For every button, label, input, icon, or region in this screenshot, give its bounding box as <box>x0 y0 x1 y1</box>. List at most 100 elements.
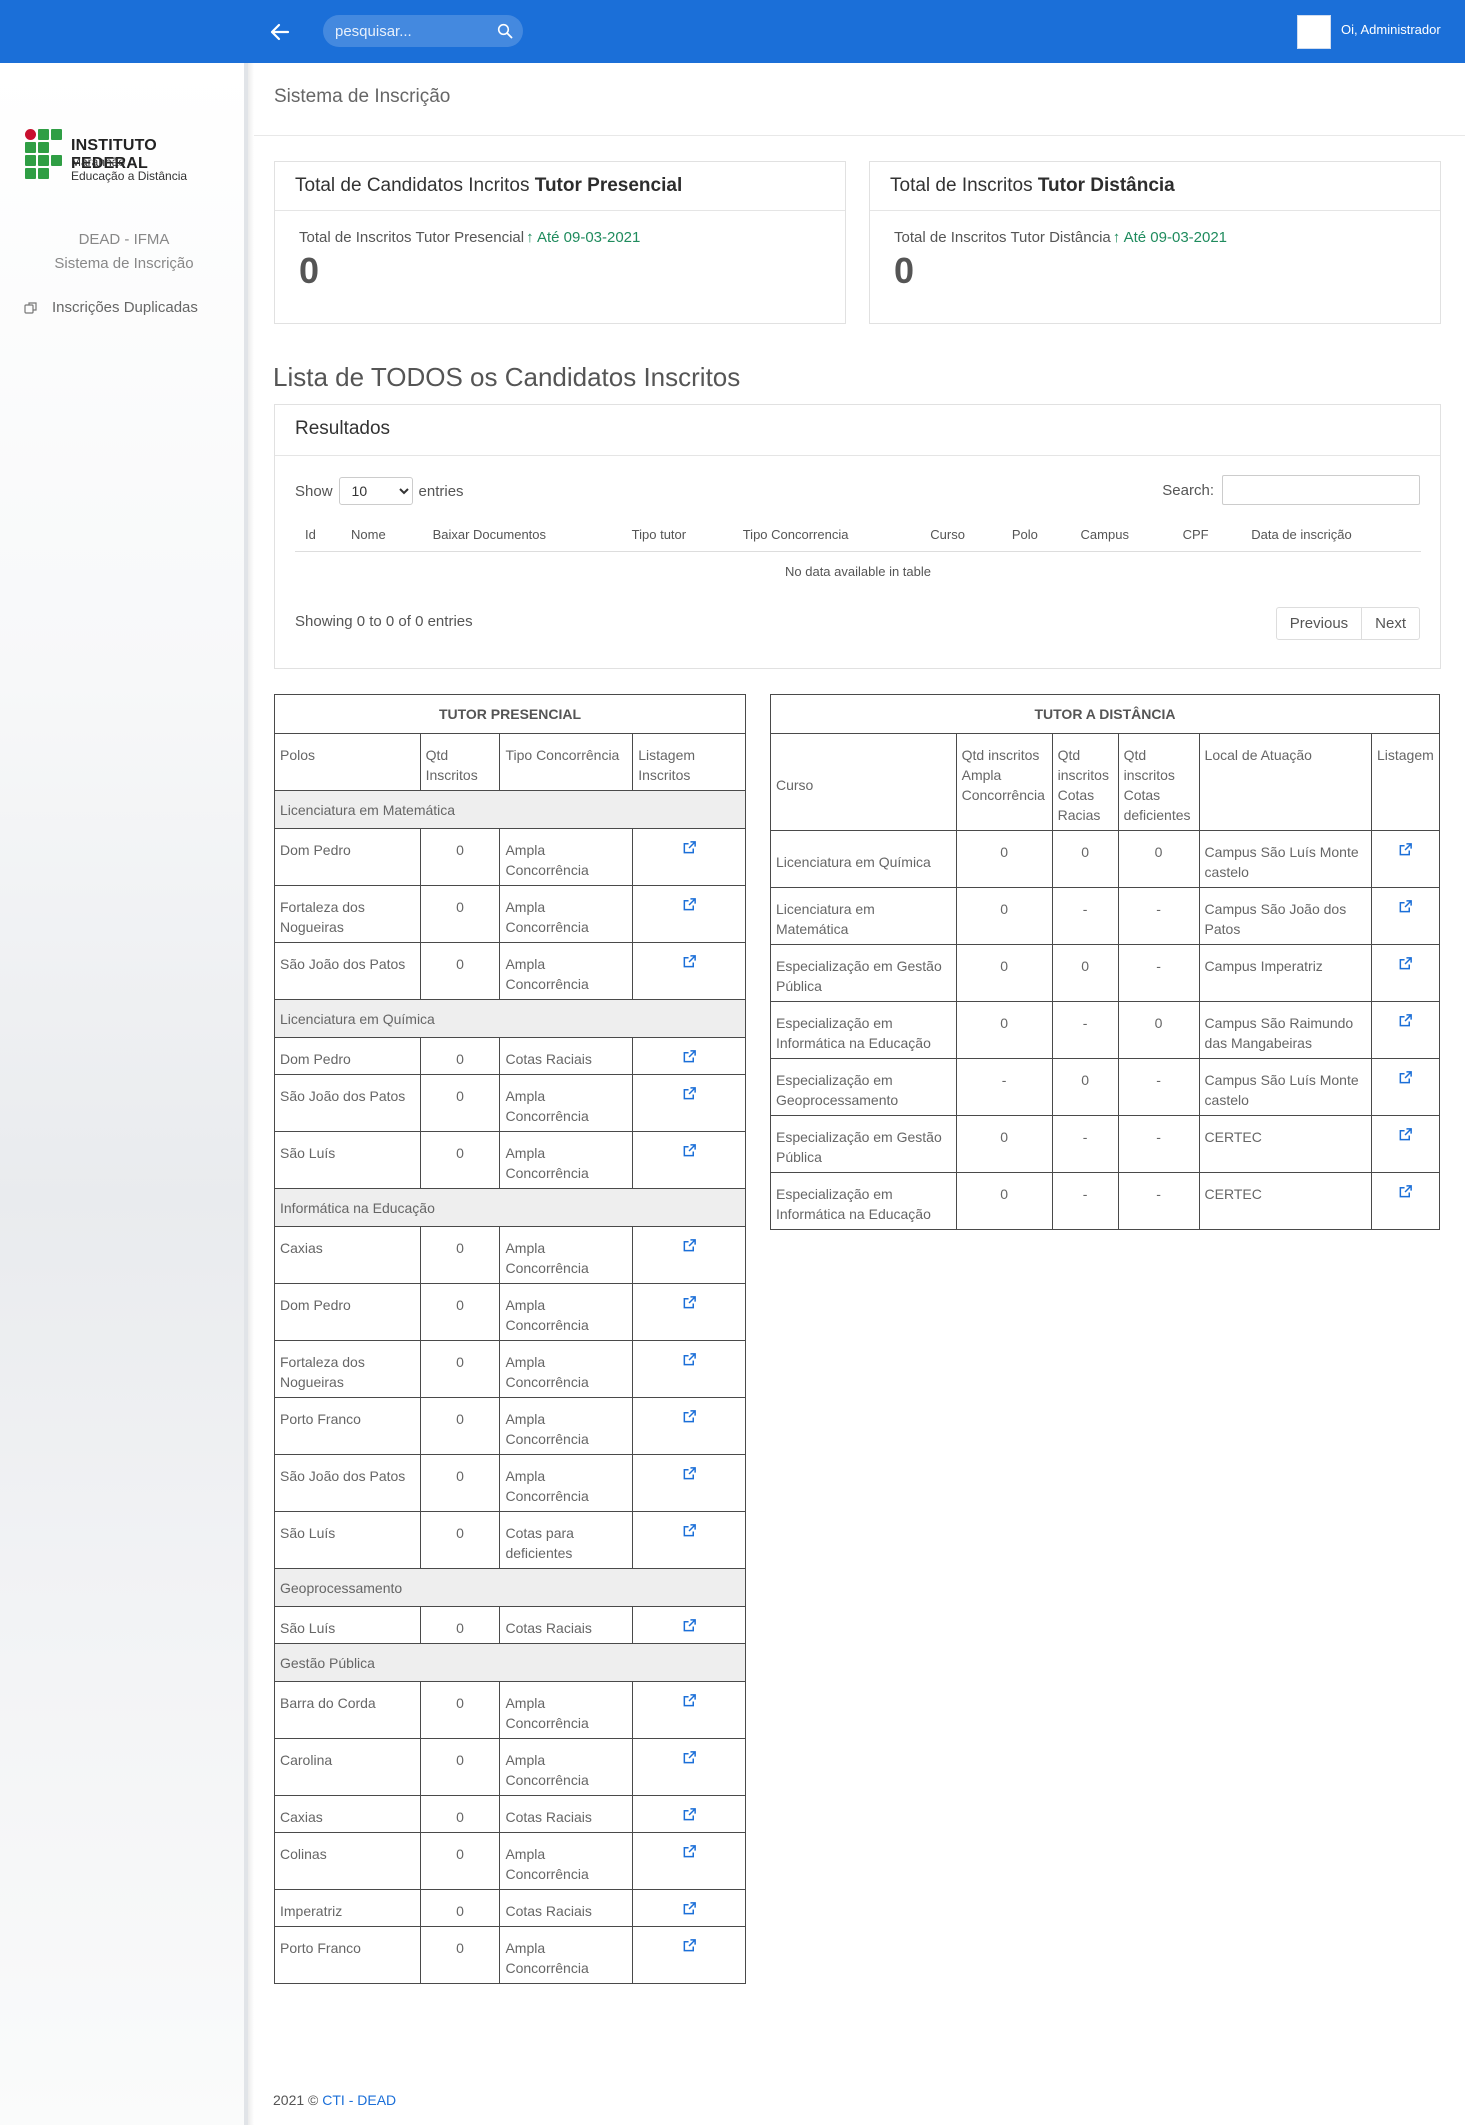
external-link-icon[interactable] <box>682 1523 697 1538</box>
column-header: Curso <box>770 733 957 831</box>
column-header[interactable]: Polo <box>1001 519 1071 552</box>
external-link-icon[interactable] <box>682 1618 697 1633</box>
external-link-icon[interactable] <box>682 1143 697 1158</box>
stat-label: Total de Inscritos Tutor Distância ↑ Até … <box>894 229 1416 246</box>
table-row: Especialização em Informática na Educaçã… <box>770 1172 1441 1230</box>
previous-button[interactable]: Previous <box>1277 608 1361 639</box>
table-row: Especialização em Gestão Pública 0- - CERTE… <box>770 1115 1441 1173</box>
card-title-prefix: Total de Inscritos <box>890 175 1038 196</box>
count-cell: - <box>1051 887 1119 945</box>
external-link-icon[interactable] <box>682 1086 697 1101</box>
listagem-cell <box>632 828 746 886</box>
count-cell: 0 <box>955 830 1053 888</box>
external-link-icon[interactable] <box>682 1693 697 1708</box>
count-cell: 0 <box>955 1115 1053 1173</box>
external-link-icon[interactable] <box>682 1238 697 1253</box>
group-row: Informática na Educação <box>274 1188 746 1227</box>
concorrencia-cell: Cotas Raciais <box>499 1889 634 1927</box>
count-cell: 0 <box>419 1681 501 1739</box>
external-link-icon[interactable] <box>682 1844 697 1859</box>
results-title: Resultados <box>275 405 1440 456</box>
user-greeting[interactable]: Oi, Administrador <box>1341 22 1441 37</box>
group-name: Geoprocessamento <box>274 1568 746 1607</box>
concorrencia-cell: Cotas Raciais <box>499 1037 634 1075</box>
stat-value: 0 <box>894 250 915 291</box>
column-header[interactable]: Baixar Documentos <box>422 519 622 552</box>
card-title-bold: Tutor Distância <box>1037 175 1175 196</box>
institute-logo[interactable]: INSTITUTO FEDERAL Maranhão Educação a Di… <box>25 127 235 183</box>
listagem-cell <box>632 1340 746 1398</box>
count-cell: - <box>1117 887 1200 945</box>
page-length-select[interactable]: 10 <box>338 477 413 505</box>
local-cell: Campus São Raimundo das Mangabeiras <box>1198 1001 1372 1059</box>
table-search-input[interactable] <box>1222 475 1420 505</box>
listagem-cell <box>1370 944 1441 1002</box>
polo-cell: São Luís <box>274 1131 421 1189</box>
external-link-icon[interactable] <box>682 1295 697 1310</box>
polo-cell: Porto Franco <box>274 1926 421 1984</box>
search-input[interactable] <box>335 22 495 40</box>
column-header[interactable]: Campus <box>1070 519 1173 552</box>
polo-cell: Barra do Corda <box>274 1681 421 1739</box>
polo-cell: Fortaleza dos Nogueiras <box>274 885 421 943</box>
external-link-icon[interactable] <box>682 897 697 912</box>
table-title-row: TUTOR A DISTÂNCIA <box>770 694 1440 734</box>
column-header: Polos <box>274 733 421 791</box>
column-header[interactable]: Id <box>295 519 341 552</box>
column-header[interactable]: Nome <box>341 519 423 552</box>
external-link-icon[interactable] <box>682 1352 697 1367</box>
external-link-icon[interactable] <box>682 1409 697 1424</box>
table-row: São Luís 0 Cotas Raciais <box>274 1606 746 1644</box>
listagem-cell <box>632 885 746 943</box>
external-link-icon[interactable] <box>682 954 697 969</box>
external-link-icon[interactable] <box>1398 956 1413 971</box>
next-button[interactable]: Next <box>1361 608 1419 639</box>
polo-cell: Porto Franco <box>274 1397 421 1455</box>
external-link-icon[interactable] <box>682 1466 697 1481</box>
table-row: Fortaleza dos Nogueiras 0 Ampla Concorrênc… <box>274 885 746 943</box>
listagem-cell <box>632 1397 746 1455</box>
column-header[interactable]: CPF <box>1172 519 1242 552</box>
stat-date: ↑ Até 09-03-2021 <box>526 229 641 246</box>
external-link-icon[interactable] <box>682 1807 697 1822</box>
table-row: Carolina 0 Ampla Concorrência <box>274 1738 746 1796</box>
external-link-icon[interactable] <box>682 1750 697 1765</box>
external-link-icon[interactable] <box>1398 1184 1413 1199</box>
count-cell: 0 <box>955 1172 1053 1230</box>
external-link-icon[interactable] <box>682 840 697 855</box>
search-icon[interactable] <box>497 23 513 39</box>
column-header[interactable]: Tipo tutor <box>621 519 733 552</box>
listagem-cell <box>632 1074 746 1132</box>
table-row: Imperatriz 0 Cotas Raciais <box>274 1889 746 1927</box>
count-cell: 0 <box>419 1454 501 1512</box>
external-link-icon[interactable] <box>682 1901 697 1916</box>
column-header[interactable]: Tipo Concorrencia <box>732 519 921 552</box>
external-link-icon[interactable] <box>1398 1127 1413 1142</box>
external-link-icon[interactable] <box>1398 842 1413 857</box>
external-link-icon[interactable] <box>1398 899 1413 914</box>
column-header[interactable]: Data de inscrição <box>1241 519 1421 552</box>
count-cell: 0 <box>419 1795 501 1833</box>
curso-cell: Especialização em Gestão Pública <box>770 944 957 1002</box>
curso-cell: Especialização em Gestão Pública <box>770 1115 957 1173</box>
concorrencia-cell: Ampla Concorrência <box>499 1397 634 1455</box>
local-cell: Campus São Luís Monte castelo <box>1198 830 1372 888</box>
sidebar-divider <box>248 63 254 2125</box>
sidebar: INSTITUTO FEDERAL Maranhão Educação a Di… <box>0 63 248 2125</box>
tutor-distancia-table: TUTOR A DISTÂNCIA Curso Qtd inscritos Ampl… <box>770 694 1441 1230</box>
external-link-icon[interactable] <box>682 1049 697 1064</box>
external-link-icon[interactable] <box>1398 1013 1413 1028</box>
count-cell: - <box>1117 1058 1200 1116</box>
footer-link[interactable]: CTI - DEAD <box>322 2092 396 2108</box>
concorrencia-cell: Ampla Concorrência <box>499 1283 634 1341</box>
table-row: São Luís 0 Ampla Concorrência <box>274 1131 746 1189</box>
avatar[interactable] <box>1297 15 1331 49</box>
back-arrow-icon[interactable] <box>266 18 294 46</box>
stat-date-text: Até 09-03-2021 <box>1123 229 1228 246</box>
concorrencia-cell: Ampla Concorrência <box>499 1131 634 1189</box>
external-link-icon[interactable] <box>682 1938 697 1953</box>
external-link-icon[interactable] <box>1398 1070 1413 1085</box>
column-header[interactable]: Curso <box>920 519 1002 552</box>
sidebar-item-duplicadas[interactable]: Inscrições Duplicadas <box>24 299 198 316</box>
polo-cell: Colinas <box>274 1832 421 1890</box>
